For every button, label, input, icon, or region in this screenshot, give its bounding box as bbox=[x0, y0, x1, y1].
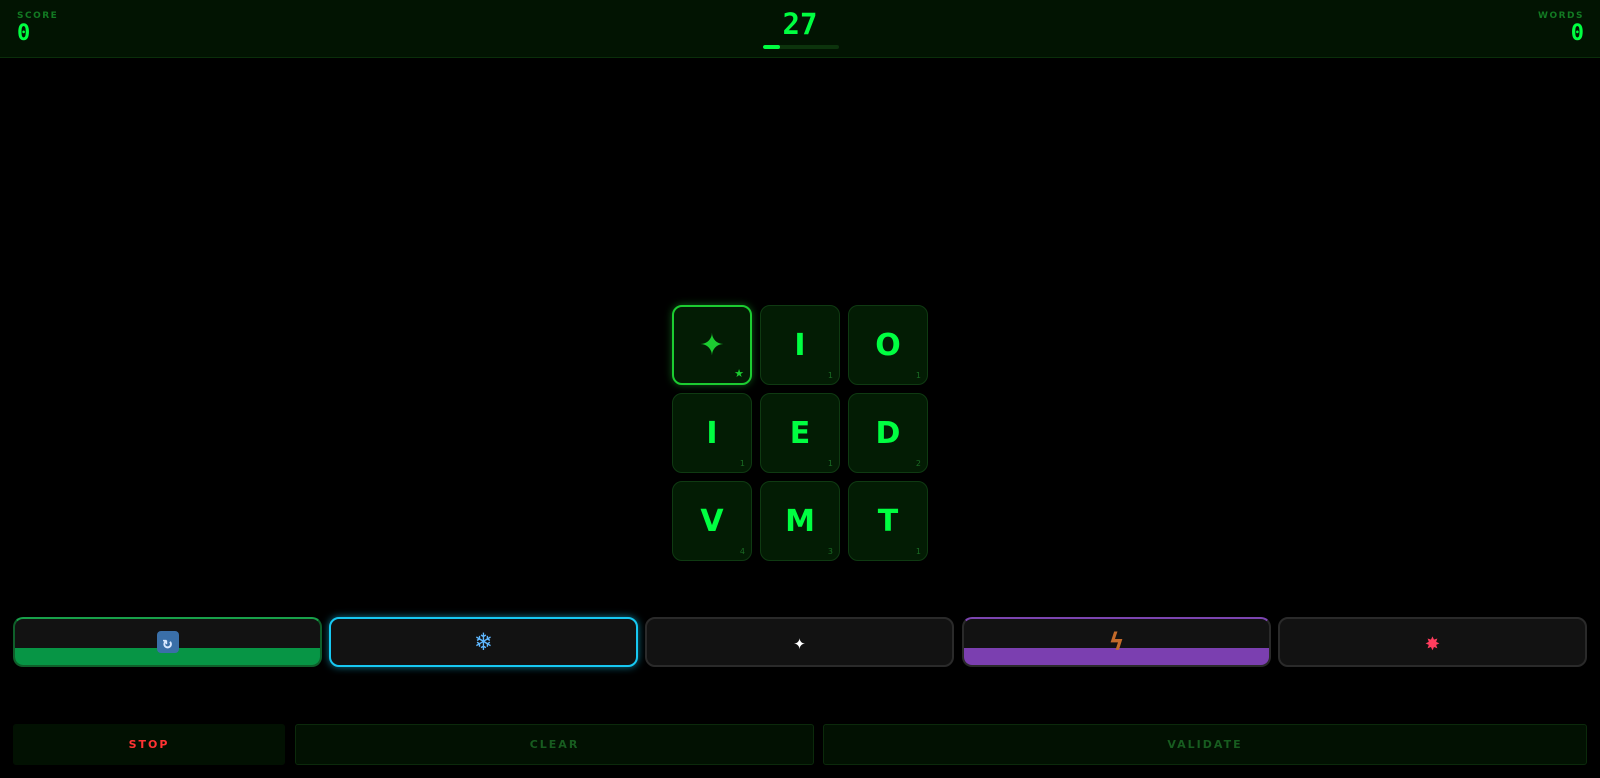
tile-points: 4 bbox=[739, 547, 745, 556]
timer-progress-bar bbox=[763, 45, 839, 49]
tile-points: 1 bbox=[915, 371, 921, 380]
tile-points: 1 bbox=[827, 459, 833, 468]
words-label: WORDS bbox=[1538, 11, 1584, 21]
letter-grid: ✦ ★ I 1 O 1 I 1 E 1 D 2 V 4 M 3 T 1 bbox=[672, 305, 930, 563]
powerup-shuffle-button[interactable]: ↻ bbox=[13, 617, 322, 667]
letter-tile[interactable]: O 1 bbox=[848, 305, 928, 385]
letter-tile-wild[interactable]: ✦ ★ bbox=[672, 305, 752, 385]
tile-points: 1 bbox=[739, 459, 745, 468]
tile-points: 2 bbox=[915, 459, 921, 468]
powerup-freeze-button[interactable]: ❄ bbox=[329, 617, 638, 667]
letter-tile[interactable]: E 1 bbox=[760, 393, 840, 473]
explosion-icon: ✸ bbox=[1425, 628, 1440, 656]
letter-tile[interactable]: D 2 bbox=[848, 393, 928, 473]
snowflake-icon: ❄ bbox=[475, 627, 492, 657]
timer-value: 27 bbox=[782, 7, 818, 41]
sparkle-icon: ✦ bbox=[793, 630, 806, 654]
tile-points: 1 bbox=[827, 371, 833, 380]
validate-button[interactable]: VALIDATE bbox=[823, 724, 1587, 765]
stop-button[interactable]: STOP bbox=[13, 724, 285, 765]
words-value: 0 bbox=[1570, 21, 1584, 46]
refresh-icon: ↻ bbox=[156, 631, 179, 653]
letter-tile[interactable]: I 1 bbox=[672, 393, 752, 473]
timer-progress-fill bbox=[763, 45, 780, 49]
powerup-bomb-button[interactable]: ✸ bbox=[1278, 617, 1587, 667]
lightning-icon: ϟ bbox=[1109, 628, 1124, 656]
tile-points: 3 bbox=[827, 547, 833, 556]
clear-button[interactable]: CLEAR bbox=[295, 724, 814, 765]
powerup-lightning-button[interactable]: ϟ bbox=[962, 617, 1271, 667]
bonus-star-icon: ★ bbox=[734, 367, 744, 380]
letter-tile[interactable]: I 1 bbox=[760, 305, 840, 385]
top-bar: SCORE 0 27 WORDS 0 bbox=[0, 0, 1600, 58]
letter-tile[interactable]: M 3 bbox=[760, 481, 840, 561]
powerup-wildcard-button[interactable]: ✦ bbox=[645, 617, 954, 667]
words-panel: WORDS 0 bbox=[1538, 11, 1584, 46]
tile-points: 1 bbox=[915, 547, 921, 556]
letter-tile[interactable]: V 4 bbox=[672, 481, 752, 561]
letter-tile[interactable]: T 1 bbox=[848, 481, 928, 561]
